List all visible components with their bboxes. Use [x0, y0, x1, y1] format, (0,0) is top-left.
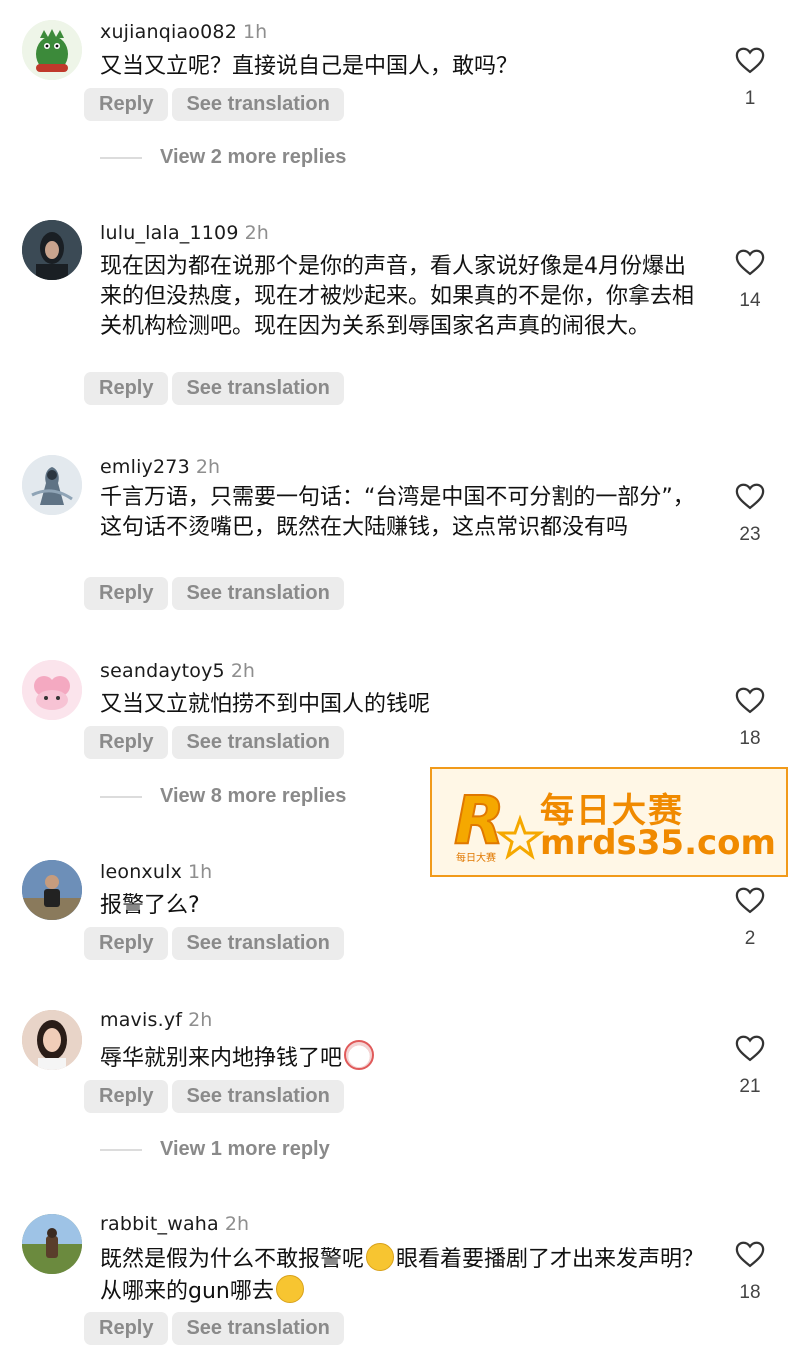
avatar[interactable]: [22, 220, 82, 280]
comment-header: mavis.yf 2h: [100, 1008, 212, 1032]
watermark-url: mrds35.com: [540, 823, 776, 863]
divider-line: [100, 156, 142, 159]
timestamp: 1h: [243, 21, 268, 43]
avatar[interactable]: [22, 1214, 82, 1274]
portrait-icon: [22, 220, 82, 280]
comment-text: 现在因为都在说那个是你的声音，看人家说好像是4月份爆出来的但没热度，现在才被炒起…: [100, 254, 695, 339]
timestamp: 2h: [230, 660, 255, 682]
username[interactable]: lulu_lala_1109: [100, 222, 239, 244]
comment-text-part1: 既然是假为什么不敢报警呢: [100, 1247, 365, 1272]
heart-icon[interactable]: [735, 1240, 765, 1268]
svg-text:R: R: [454, 782, 505, 859]
like-control[interactable]: 1: [728, 46, 772, 110]
divider-line: [100, 1148, 142, 1151]
like-count: 14: [739, 290, 761, 311]
comment-header: leonxulx 1h: [100, 860, 212, 884]
view-more-replies[interactable]: View 2 more replies: [100, 146, 346, 169]
comment-header: lulu_lala_1109 2h: [100, 221, 269, 245]
heart-icon[interactable]: [735, 886, 765, 914]
comment-text: 辱华就别来内地挣钱了吧: [100, 1040, 700, 1074]
reply-button[interactable]: Reply: [84, 1080, 169, 1113]
see-translation-button[interactable]: See translation: [172, 372, 344, 405]
timestamp: 2h: [195, 456, 221, 478]
avatar[interactable]: [22, 660, 82, 720]
username[interactable]: xujianqiao082: [100, 21, 237, 43]
reply-button[interactable]: Reply: [84, 1312, 169, 1345]
heart-icon[interactable]: [735, 46, 765, 74]
heart-icon[interactable]: [735, 248, 765, 276]
heart-icon[interactable]: [735, 686, 765, 714]
view-more-replies-label[interactable]: View 2 more replies: [160, 146, 346, 169]
rolling-laughing-emoji-icon: [366, 1243, 395, 1271]
view-more-replies-label[interactable]: View 1 more reply: [160, 1138, 330, 1161]
like-count: 18: [739, 1282, 761, 1303]
username[interactable]: emliy273: [100, 456, 190, 478]
timestamp: 2h: [244, 222, 269, 244]
see-translation-button[interactable]: See translation: [172, 577, 344, 610]
divider-line: [100, 795, 142, 798]
view-more-replies[interactable]: View 1 more reply: [100, 1138, 330, 1161]
woman-photo-icon: [22, 1010, 82, 1070]
see-translation-button[interactable]: See translation: [172, 927, 344, 960]
like-control[interactable]: 2: [728, 886, 772, 950]
pink-cartoon-icon: [22, 660, 82, 720]
avatar[interactable]: [22, 455, 82, 515]
see-translation-button[interactable]: See translation: [172, 1312, 344, 1345]
see-translation-button[interactable]: See translation: [172, 726, 344, 759]
comment-text-content: 辱华就别来内地挣钱了吧: [100, 1046, 343, 1071]
timestamp: 2h: [224, 1213, 250, 1235]
comment-header: xujianqiao082 1h: [100, 20, 267, 44]
like-control[interactable]: 23: [728, 482, 772, 546]
like-control[interactable]: 18: [728, 1240, 772, 1304]
username[interactable]: mavis.yf: [100, 1009, 182, 1031]
watermark-logo-text: 每日大赛: [456, 851, 496, 864]
see-translation-button[interactable]: See translation: [172, 88, 344, 121]
username[interactable]: leonxulx: [100, 861, 182, 883]
like-count: 21: [739, 1076, 761, 1097]
timestamp: 2h: [188, 1009, 213, 1031]
landscape-icon: [22, 1214, 82, 1274]
comment-header: seandaytoy5 2h: [100, 659, 255, 683]
reply-button[interactable]: Reply: [84, 927, 169, 960]
clown-face-emoji-icon: [344, 1040, 375, 1070]
comment-text: 又当又立就怕捞不到中国人的钱呢: [100, 692, 431, 717]
comment-header: emliy273 2h: [100, 455, 220, 479]
username[interactable]: seandaytoy5: [100, 660, 225, 682]
ink-painting-icon: [22, 455, 82, 515]
green-dinosaur-icon: [22, 20, 82, 80]
comment-header: rabbit_waha 2h: [100, 1212, 249, 1236]
reply-button[interactable]: Reply: [84, 726, 169, 759]
avatar[interactable]: [22, 20, 82, 80]
reply-button[interactable]: Reply: [84, 372, 169, 405]
timestamp: 1h: [188, 861, 213, 883]
like-count: 1: [744, 88, 756, 109]
view-more-replies[interactable]: View 8 more replies: [100, 785, 346, 808]
reply-button[interactable]: Reply: [84, 88, 169, 121]
like-control[interactable]: 21: [728, 1034, 772, 1098]
avatar[interactable]: [22, 860, 82, 920]
comment-text: 既然是假为什么不敢报警呢 眼看着要播剧了才出来发声明？从哪来的gun哪去: [100, 1243, 710, 1307]
see-translation-button[interactable]: See translation: [172, 1080, 344, 1113]
comment-text: 千言万语，只需要一句话：“台湾是中国不可分割的一部分”，这句话不烫嘴巴，既然在大…: [100, 485, 695, 540]
heart-icon[interactable]: [735, 482, 765, 510]
comment-text: 报警了么?: [100, 893, 200, 918]
like-control[interactable]: 18: [728, 686, 772, 750]
avatar[interactable]: [22, 1010, 82, 1070]
like-count: 2: [744, 928, 756, 949]
like-count: 23: [739, 524, 761, 545]
comment-text: 又当又立呢？直接说自己是中国人，敢吗？: [100, 54, 519, 79]
watermark-banner: R 每日大赛 每日大赛 mrds35.com: [430, 767, 788, 877]
like-count: 18: [739, 728, 761, 749]
heart-icon[interactable]: [735, 1034, 765, 1062]
reply-button[interactable]: Reply: [84, 577, 169, 610]
view-more-replies-label[interactable]: View 8 more replies: [160, 785, 346, 808]
person-photo-icon: [22, 860, 82, 920]
like-control[interactable]: 14: [728, 248, 772, 312]
kissing-face-emoji-icon: [275, 1275, 304, 1303]
username[interactable]: rabbit_waha: [100, 1213, 219, 1235]
